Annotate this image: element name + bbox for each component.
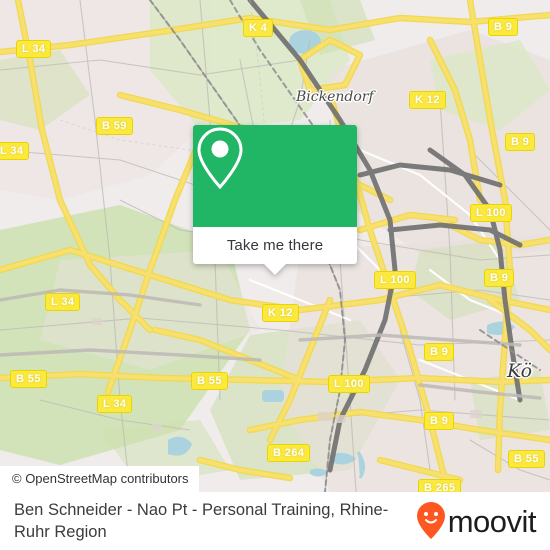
road-shield: B 264 [267,444,311,462]
road-shield: K 12 [409,91,446,109]
road-shield: B 265 [418,479,462,492]
road-shield: L 34 [0,142,30,160]
road-shield: B 9 [484,269,515,287]
moovit-wordmark: moovit [447,503,537,539]
road-shield: B 9 [424,343,455,361]
road-shield: B 55 [508,450,545,468]
moovit-pin-smiley-icon [416,502,445,539]
popup-action-bar[interactable]: Take me there [193,227,357,264]
road-shield: B 55 [10,370,47,388]
road-shield: B 9 [488,18,519,36]
road-shield: L 100 [470,204,512,222]
map-screenshot: .green{fill:#cde0b0;} .greenlt{fill:#d9e… [0,0,550,550]
road-shield: L 34 [16,40,52,58]
place-label: Kö [507,360,533,382]
road-shield: K 12 [262,304,299,322]
map-pin-icon [197,127,243,190]
popup-pointer-triangle [264,264,286,275]
road-shield: B 9 [424,412,455,430]
road-shield: L 34 [97,395,133,413]
moovit-logo[interactable]: moovit [416,501,550,541]
osm-attribution[interactable]: © OpenStreetMap contributors [0,466,199,492]
road-shield: B 9 [505,133,536,151]
road-shield: L 100 [328,375,370,393]
location-title: Ben Schneider - Nao Pt - Personal Traini… [14,501,389,541]
road-shield: L 100 [374,271,416,289]
road-shield: B 59 [96,117,133,135]
road-shield: B 55 [191,372,228,390]
map-canvas[interactable]: .green{fill:#cde0b0;} .greenlt{fill:#d9e… [0,0,550,492]
popup-header [193,125,357,227]
road-shield: L 34 [45,293,81,311]
road-shield: K 4 [243,19,274,37]
take-me-there-label: Take me there [226,237,324,254]
bottom-title-bar: Ben Schneider - Nao Pt - Personal Traini… [0,492,550,550]
place-label: Bickendorf [296,89,374,105]
location-popup[interactable]: Take me there [193,125,357,275]
